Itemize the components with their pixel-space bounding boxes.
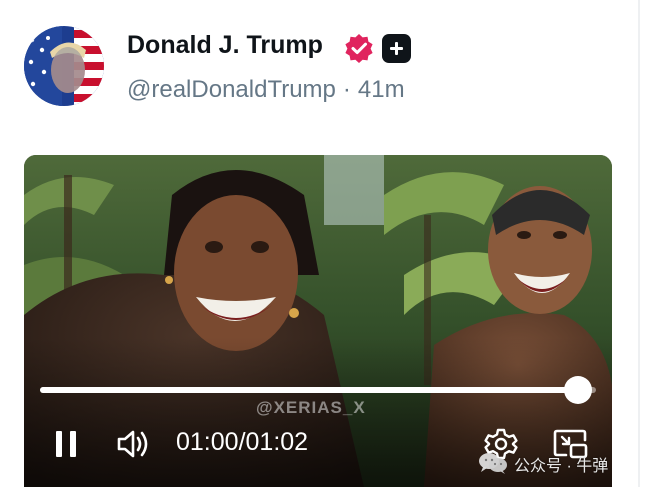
author-name[interactable]: Donald J. Trump: [127, 31, 323, 60]
page-border: [638, 0, 640, 487]
current-time: 01:00: [176, 428, 239, 456]
wechat-label: 公众号 · 牛弹: [514, 458, 609, 475]
meta-separator: ·: [342, 76, 351, 103]
video-player[interactable]: @XERIAS_X 01:00/01:02: [24, 155, 612, 487]
verified-badge-icon: [344, 33, 374, 63]
wechat-icon: [479, 453, 507, 474]
timestamp[interactable]: 41m: [358, 76, 405, 103]
progress-knob[interactable]: [564, 376, 593, 404]
duration: 01:02: [245, 428, 309, 456]
avatar[interactable]: [24, 26, 104, 106]
volume-icon[interactable]: [116, 427, 152, 461]
progress-fill: [40, 387, 579, 393]
wechat-overlay: 公众号 · 牛弹: [478, 449, 648, 477]
pause-icon[interactable]: [54, 431, 78, 457]
handle[interactable]: @realDonaldTrump: [127, 76, 336, 103]
playback-time: 01:00/01:02: [176, 428, 308, 457]
plus-badge-icon: [382, 34, 411, 63]
video-watermark: @XERIAS_X: [256, 398, 366, 417]
time-separator: /: [238, 428, 246, 456]
progress-track[interactable]: [40, 376, 596, 404]
post-meta: @realDonaldTrump · 41m: [127, 76, 405, 104]
